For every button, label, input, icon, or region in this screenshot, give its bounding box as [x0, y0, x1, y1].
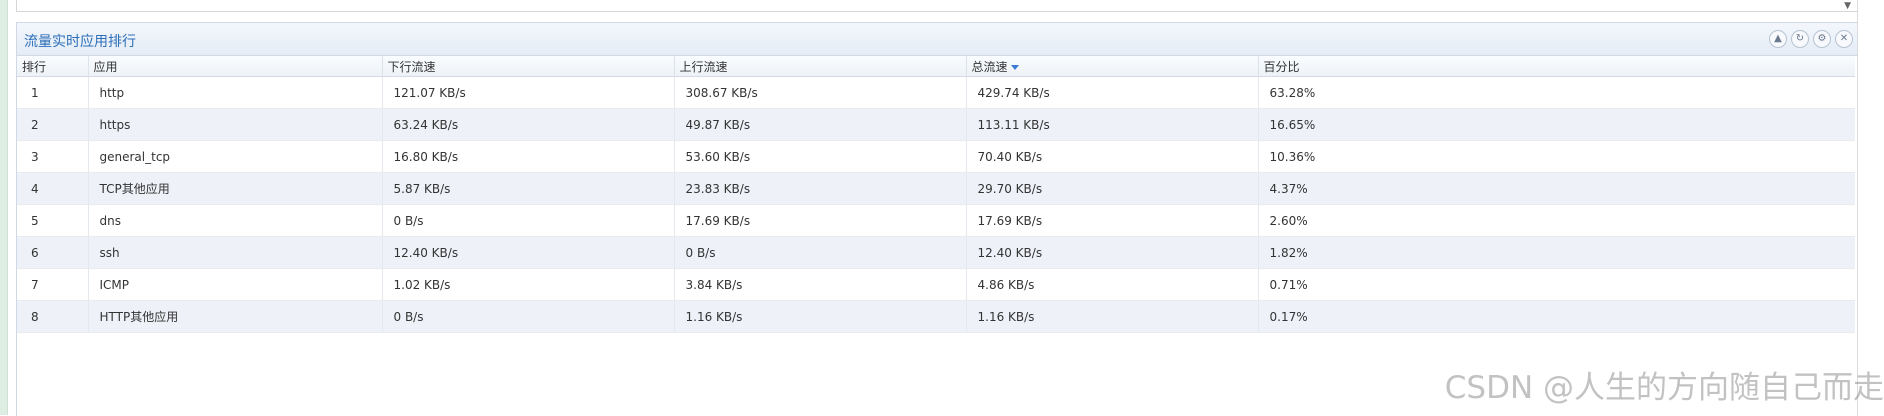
cell-app: https — [88, 108, 383, 141]
cell-down-rate: 0 B/s — [382, 300, 675, 333]
cell-app: http — [88, 76, 383, 109]
cell-rank: 7 — [17, 268, 89, 301]
cell-total-rate: 70.40 KB/s — [966, 140, 1259, 173]
refresh-icon[interactable]: ↻ — [1791, 30, 1809, 48]
column-header-up-rate[interactable]: 上行流速 — [674, 56, 967, 77]
watermark-text: CSDN @人生的方向随自己而走 — [1444, 370, 1884, 406]
cell-total-rate: 4.86 KB/s — [966, 268, 1259, 301]
table-row[interactable]: 1 http 121.07 KB/s 308.67 KB/s 429.74 KB/s 63… — [17, 76, 1855, 109]
cell-rank: 4 — [17, 172, 89, 205]
cell-total-rate: 113.11 KB/s — [966, 108, 1259, 141]
cell-rank: 1 — [17, 76, 89, 109]
cell-app: TCP其他应用 — [88, 172, 383, 205]
left-sidebar-strip — [0, 0, 8, 415]
cell-down-rate: 12.40 KB/s — [382, 236, 675, 269]
cell-app: general_tcp — [88, 140, 383, 173]
cell-down-rate: 121.07 KB/s — [382, 76, 675, 109]
app-traffic-ranking-panel: 流量实时应用排行 ▲ ↻ ⚙ ✕ 排行 应用 下行流速 上行流速 总流速 百分比 — [16, 22, 1858, 416]
cell-rank: 2 — [17, 108, 89, 141]
cell-up-rate: 17.69 KB/s — [674, 204, 967, 237]
table-row[interactable]: 8 HTTP其他应用 0 B/s 1.16 KB/s 1.16 KB/s 0.17% — [17, 300, 1855, 333]
cell-percent: 4.37% — [1258, 172, 1855, 205]
column-header-app[interactable]: 应用 — [88, 56, 383, 77]
gear-icon[interactable]: ⚙ — [1813, 30, 1831, 48]
cell-total-rate: 29.70 KB/s — [966, 172, 1259, 205]
cell-up-rate: 1.16 KB/s — [674, 300, 967, 333]
panel-tools: ▲ ↻ ⚙ ✕ — [1769, 30, 1853, 48]
cell-up-rate: 0 B/s — [674, 236, 967, 269]
table-row[interactable]: 6 ssh 12.40 KB/s 0 B/s 12.40 KB/s 1.82% — [17, 236, 1855, 269]
cell-down-rate: 16.80 KB/s — [382, 140, 675, 173]
cell-total-rate: 17.69 KB/s — [966, 204, 1259, 237]
cell-rank: 3 — [17, 140, 89, 173]
cell-percent: 0.71% — [1258, 268, 1855, 301]
column-header-percent[interactable]: 百分比 — [1258, 56, 1855, 77]
cell-app: HTTP其他应用 — [88, 300, 383, 333]
column-header-total-rate[interactable]: 总流速 — [966, 56, 1259, 77]
panel-title: 流量实时应用排行 — [24, 34, 136, 50]
cell-total-rate: 12.40 KB/s — [966, 236, 1259, 269]
cell-app: ICMP — [88, 268, 383, 301]
table-row[interactable]: 2 https 63.24 KB/s 49.87 KB/s 113.11 KB/s 16.… — [17, 108, 1855, 141]
cell-rank: 8 — [17, 300, 89, 333]
sort-desc-icon — [1010, 64, 1019, 70]
cell-rank: 6 — [17, 236, 89, 269]
cell-up-rate: 3.84 KB/s — [674, 268, 967, 301]
cell-down-rate: 63.24 KB/s — [382, 108, 675, 141]
table-row[interactable]: 7 ICMP 1.02 KB/s 3.84 KB/s 4.86 KB/s 0.71% — [17, 268, 1855, 301]
chevron-up-icon[interactable]: ▲ — [1769, 30, 1787, 48]
cell-total-rate: 1.16 KB/s — [966, 300, 1259, 333]
close-icon[interactable]: ✕ — [1835, 30, 1853, 48]
cell-total-rate: 429.74 KB/s — [966, 76, 1259, 109]
cell-app: ssh — [88, 236, 383, 269]
traffic-table: 排行 应用 下行流速 上行流速 总流速 百分比 1 http 121.07 KB/s… — [17, 56, 1855, 333]
cell-up-rate: 23.83 KB/s — [674, 172, 967, 205]
cell-down-rate: 1.02 KB/s — [382, 268, 675, 301]
cell-up-rate: 49.87 KB/s — [674, 108, 967, 141]
top-panel-edge: ▼ — [16, 0, 1858, 12]
table-row[interactable]: 5 dns 0 B/s 17.69 KB/s 17.69 KB/s 2.60% — [17, 204, 1855, 237]
scroll-down-icon[interactable]: ▼ — [1844, 1, 1851, 11]
cell-down-rate: 0 B/s — [382, 204, 675, 237]
column-header-down-rate[interactable]: 下行流速 — [382, 56, 675, 77]
table-row[interactable]: 3 general_tcp 16.80 KB/s 53.60 KB/s 70.40 KB… — [17, 140, 1855, 173]
panel-header: 流量实时应用排行 ▲ ↻ ⚙ ✕ — [17, 23, 1857, 56]
cell-app: dns — [88, 204, 383, 237]
cell-up-rate: 308.67 KB/s — [674, 76, 967, 109]
table-header-row: 排行 应用 下行流速 上行流速 总流速 百分比 — [17, 56, 1855, 77]
right-scrollbar[interactable] — [1857, 0, 1884, 415]
cell-percent: 2.60% — [1258, 204, 1855, 237]
column-header-total-label: 总流速 — [971, 59, 1008, 74]
cell-percent: 16.65% — [1258, 108, 1855, 141]
table-row[interactable]: 4 TCP其他应用 5.87 KB/s 23.83 KB/s 29.70 KB/s 4.3… — [17, 172, 1855, 205]
cell-percent: 10.36% — [1258, 140, 1855, 173]
cell-percent: 1.82% — [1258, 236, 1855, 269]
cell-up-rate: 53.60 KB/s — [674, 140, 967, 173]
column-header-rank[interactable]: 排行 — [17, 56, 89, 77]
cell-percent: 0.17% — [1258, 300, 1855, 333]
cell-down-rate: 5.87 KB/s — [382, 172, 675, 205]
cell-rank: 5 — [17, 204, 89, 237]
cell-percent: 63.28% — [1258, 76, 1855, 109]
